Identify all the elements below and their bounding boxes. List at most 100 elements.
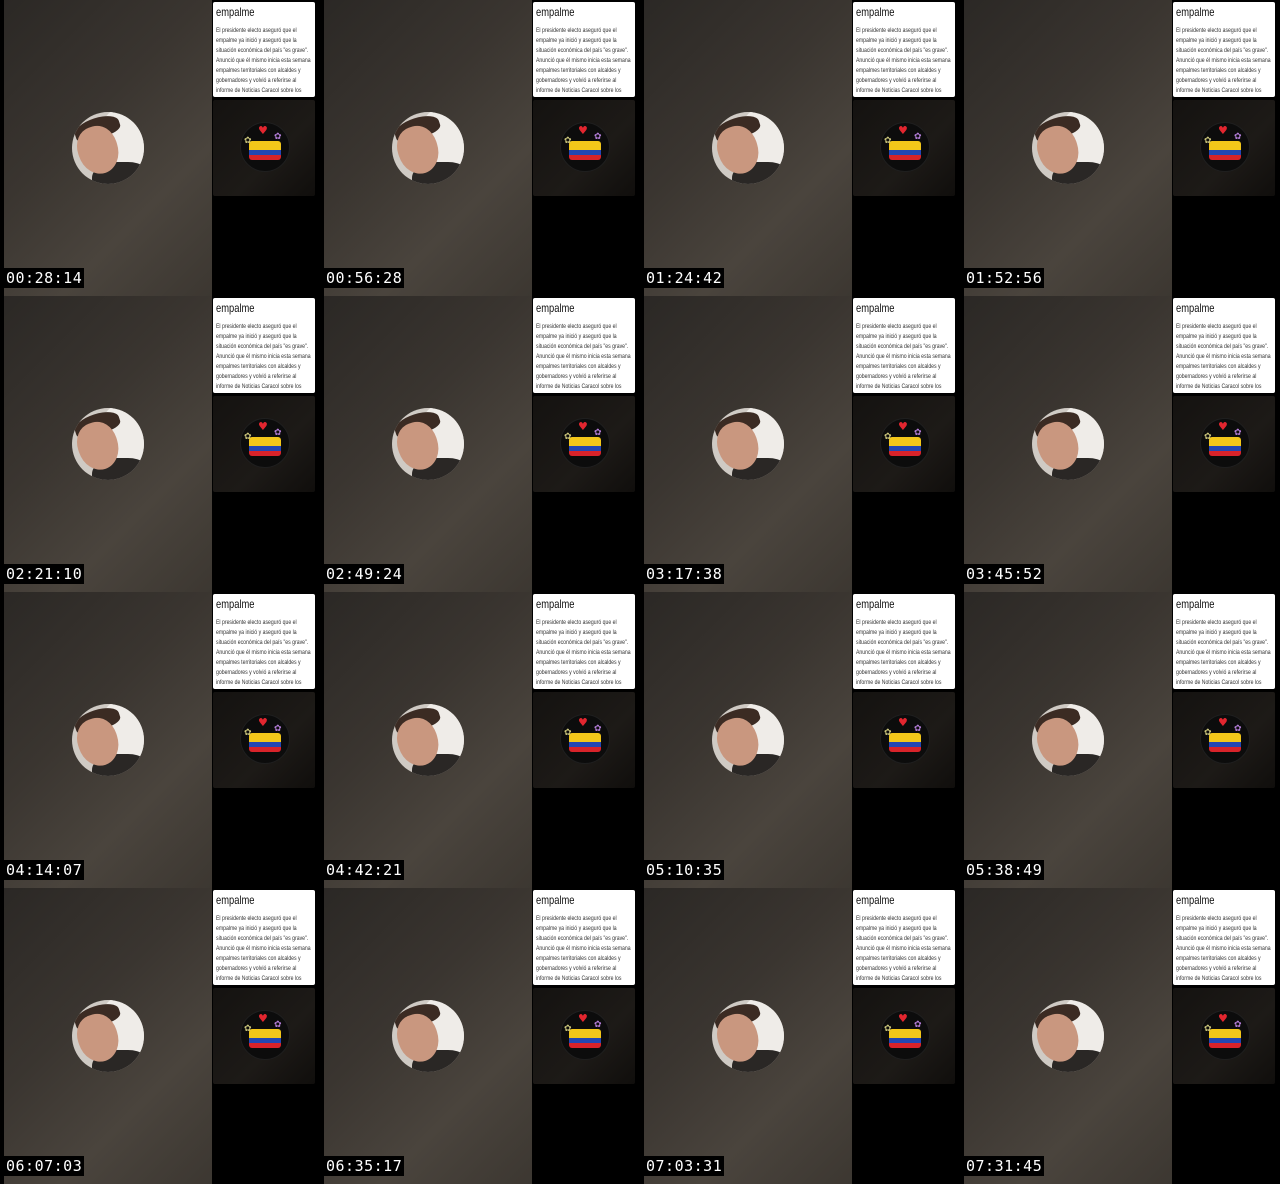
side-panel: empalme El presidente electo aseguró que… (212, 0, 316, 296)
side-panel: empalme El presidente electo aseguró que… (852, 0, 956, 296)
flower-icon: ✿ (884, 728, 892, 738)
heart-icon: ♥ (258, 716, 268, 729)
timestamp-label: 05:38:49 (964, 860, 1045, 880)
video-thumbnail-7[interactable]: empalme El presidente electo aseguró que… (640, 296, 960, 592)
video-thumbnail-10[interactable]: empalme El presidente electo aseguró que… (320, 592, 640, 888)
side-panel: empalme El presidente electo aseguró que… (532, 0, 636, 296)
heart-icon: ♥ (578, 716, 588, 729)
video-thumbnail-12[interactable]: empalme El presidente electo aseguró que… (960, 592, 1280, 888)
heart-colombia-flag-sticker-icon: ♥ ✿ ✿ (240, 1010, 290, 1060)
news-note-card: empalme El presidente electo aseguró que… (1173, 298, 1275, 393)
note-text: El presidente electo aseguró que el empa… (536, 915, 631, 982)
flower-icon: ✿ (884, 1024, 892, 1034)
side-panel: empalme El presidente electo aseguró que… (1172, 592, 1276, 888)
camera-view (324, 888, 532, 1184)
flower-icon: ✿ (1234, 132, 1242, 142)
heart-colombia-flag-sticker-icon: ♥ ✿ ✿ (240, 714, 290, 764)
note-text: El presidente electo aseguró que el empa… (216, 915, 311, 982)
side-panel: empalme El presidente electo aseguró que… (212, 888, 316, 1184)
note-title: empalme (216, 301, 255, 315)
camera-view (644, 0, 852, 296)
note-title: empalme (536, 893, 575, 907)
flag-yellow-stripe (249, 733, 281, 742)
video-thumbnail-14[interactable]: empalme El presidente electo aseguró que… (320, 888, 640, 1184)
flag-yellow-stripe (1209, 733, 1241, 742)
side-panel: empalme El presidente electo aseguró que… (532, 888, 636, 1184)
timestamp-label: 00:28:14 (4, 268, 85, 288)
video-thumbnail-6[interactable]: empalme El presidente electo aseguró que… (320, 296, 640, 592)
video-thumbnail-3[interactable]: empalme El presidente electo aseguró que… (640, 0, 960, 296)
note-title: empalme (1176, 893, 1215, 907)
heart-colombia-flag-sticker-icon: ♥ ✿ ✿ (240, 418, 290, 468)
flag-yellow-stripe (889, 1029, 921, 1038)
flag-yellow-stripe (889, 141, 921, 150)
news-note-card: empalme El presidente electo aseguró que… (213, 2, 315, 97)
video-thumbnail-13[interactable]: empalme El presidente electo aseguró que… (0, 888, 320, 1184)
flag-yellow-stripe (569, 733, 601, 742)
video-thumbnail-5[interactable]: empalme El presidente electo aseguró que… (0, 296, 320, 592)
video-thumbnail-2[interactable]: empalme El presidente electo aseguró que… (320, 0, 640, 296)
flag-yellow-stripe (249, 437, 281, 446)
flower-icon: ✿ (244, 728, 252, 738)
timestamp-label: 06:35:17 (324, 1156, 405, 1176)
flag-red-stripe (889, 747, 921, 752)
note-text: El presidente electo aseguró que el empa… (1176, 323, 1271, 390)
flag-yellow-stripe (1209, 141, 1241, 150)
flag-red-stripe (249, 747, 281, 752)
avatar (712, 704, 784, 776)
flag-yellow-stripe (249, 141, 281, 150)
flag-yellow-stripe (569, 141, 601, 150)
side-panel: empalme El presidente electo aseguró que… (1172, 888, 1276, 1184)
timestamp-label: 07:31:45 (964, 1156, 1045, 1176)
news-note-card: empalme El presidente electo aseguró que… (853, 890, 955, 985)
flower-icon: ✿ (884, 432, 892, 442)
heart-icon: ♥ (898, 716, 908, 729)
timestamp-label: 02:49:24 (324, 564, 405, 584)
flower-icon: ✿ (274, 1020, 282, 1030)
timestamp-label: 03:45:52 (964, 564, 1045, 584)
video-thumbnail-16[interactable]: empalme El presidente electo aseguró que… (960, 888, 1280, 1184)
sticker-panel: ♥ ✿ ✿ (213, 100, 315, 196)
timestamp-label: 06:07:03 (4, 1156, 85, 1176)
heart-colombia-flag-sticker-icon: ♥ ✿ ✿ (1200, 122, 1250, 172)
note-title: empalme (856, 893, 895, 907)
flower-icon: ✿ (564, 136, 572, 146)
flag-red-stripe (249, 1043, 281, 1048)
flower-icon: ✿ (274, 724, 282, 734)
video-thumbnail-1[interactable]: empalme El presidente electo aseguró que… (0, 0, 320, 296)
timestamp-label: 05:10:35 (644, 860, 725, 880)
flag-yellow-stripe (1209, 1029, 1241, 1038)
timestamp-label: 04:14:07 (4, 860, 85, 880)
flag-yellow-stripe (1209, 437, 1241, 446)
heart-icon: ♥ (1218, 420, 1228, 433)
note-text: El presidente electo aseguró que el empa… (1176, 27, 1271, 94)
news-note-card: empalme El presidente electo aseguró que… (533, 2, 635, 97)
flower-icon: ✿ (1234, 1020, 1242, 1030)
sticker-panel: ♥ ✿ ✿ (853, 396, 955, 492)
news-note-card: empalme El presidente electo aseguró que… (853, 2, 955, 97)
avatar (392, 408, 464, 480)
flower-icon: ✿ (1204, 728, 1212, 738)
sticker-panel: ♥ ✿ ✿ (533, 692, 635, 788)
sticker-panel: ♥ ✿ ✿ (1173, 396, 1275, 492)
video-thumbnail-8[interactable]: empalme El presidente electo aseguró que… (960, 296, 1280, 592)
heart-icon: ♥ (1218, 1012, 1228, 1025)
note-title: empalme (536, 597, 575, 611)
camera-view (4, 296, 212, 592)
note-title: empalme (536, 5, 575, 19)
heart-icon: ♥ (258, 420, 268, 433)
note-text: El presidente electo aseguró que el empa… (216, 619, 311, 686)
video-thumbnail-11[interactable]: empalme El presidente electo aseguró que… (640, 592, 960, 888)
video-thumbnail-15[interactable]: empalme El presidente electo aseguró que… (640, 888, 960, 1184)
flag-red-stripe (1209, 451, 1241, 456)
sticker-panel: ♥ ✿ ✿ (1173, 100, 1275, 196)
side-panel: empalme El presidente electo aseguró que… (532, 296, 636, 592)
video-thumbnail-4[interactable]: empalme El presidente electo aseguró que… (960, 0, 1280, 296)
camera-view (4, 592, 212, 888)
video-thumbnail-9[interactable]: empalme El presidente electo aseguró que… (0, 592, 320, 888)
note-title: empalme (216, 5, 255, 19)
note-text: El presidente electo aseguró que el empa… (216, 27, 311, 94)
sticker-panel: ♥ ✿ ✿ (533, 988, 635, 1084)
flower-icon: ✿ (1234, 724, 1242, 734)
flower-icon: ✿ (1204, 1024, 1212, 1034)
